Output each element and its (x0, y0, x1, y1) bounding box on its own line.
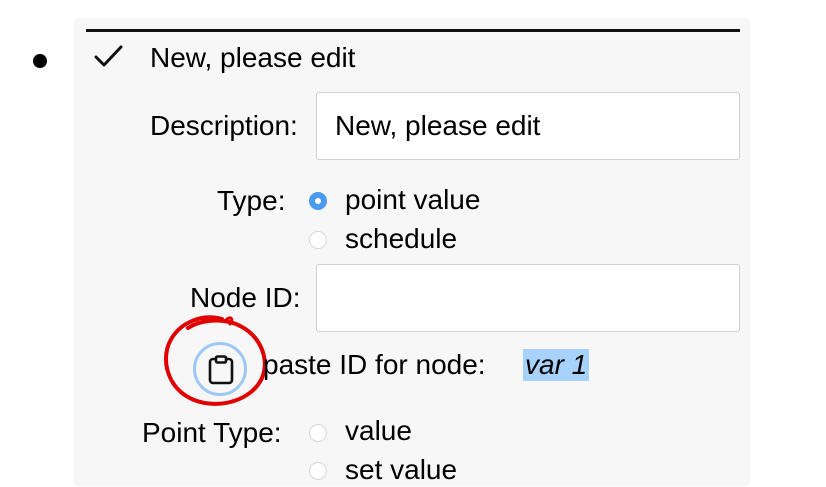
description-label: Description: (150, 110, 298, 141)
card-top-border (86, 29, 740, 32)
point-type-value-radio[interactable] (309, 424, 327, 442)
type-schedule-label[interactable]: schedule (345, 222, 457, 256)
paste-node-name: var 1 (523, 349, 590, 381)
paste-id-label: paste ID for node: (263, 349, 486, 380)
point-type-value-label[interactable]: value (345, 414, 412, 448)
node-id-input[interactable] (316, 264, 740, 332)
list-bullet (33, 54, 47, 68)
annotation-circle (164, 315, 267, 406)
node-id-label: Node ID: (190, 282, 301, 313)
type-point-value-label[interactable]: point value (345, 183, 480, 217)
point-type-set-value-radio[interactable] (309, 462, 327, 480)
point-type-set-value-label[interactable]: set value (345, 453, 457, 487)
type-point-value-radio[interactable] (309, 192, 327, 210)
item-title: New, please edit (150, 42, 356, 73)
point-type-label: Point Type: (142, 417, 282, 448)
type-schedule-radio[interactable] (309, 231, 327, 249)
type-label: Type: (217, 185, 286, 216)
check-icon[interactable] (94, 44, 124, 70)
description-input[interactable] (316, 92, 740, 160)
